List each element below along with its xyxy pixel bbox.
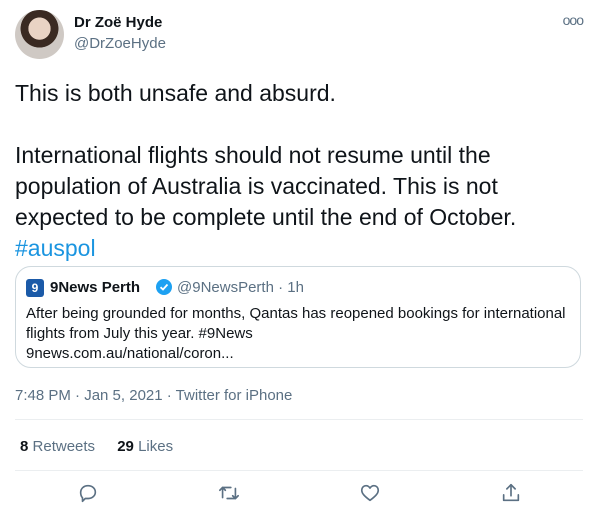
quoted-text: After being grounded for months, Qantas … [26,305,566,362]
verified-badge-icon [156,279,172,295]
quoted-handle-time: @9NewsPerth · 1h [177,279,304,296]
divider [15,419,583,420]
retweet-icon[interactable] [218,482,242,506]
likes-stat[interactable]: 29 Likes [117,438,173,455]
like-icon[interactable] [359,482,383,506]
retweets-label: Retweets [32,438,96,455]
engagement-stats: 8 Retweets 29 Likes [20,438,191,455]
tweet-body: This is both unsafe and absurd. Internat… [15,80,517,230]
more-options-icon[interactable]: ooo [563,12,584,28]
reply-icon[interactable] [77,482,101,506]
quoted-author-name: 9News Perth [50,279,141,296]
likes-count: 29 [117,438,134,455]
divider [15,470,583,471]
retweets-stat[interactable]: 8 Retweets [20,438,95,455]
9news-logo-icon [26,279,44,297]
likes-label: Likes [138,438,174,455]
retweets-count: 8 [20,438,29,455]
share-icon[interactable] [500,482,524,506]
author-avatar[interactable] [15,10,64,59]
quoted-tweet[interactable]: 9News Perth @9NewsPerth · 1h After being… [15,266,581,368]
author-name[interactable]: Dr Zoë Hyde [74,14,162,31]
author-handle[interactable]: @DrZoeHyde [74,35,166,52]
action-bar [0,480,598,510]
hashtag-link[interactable]: #auspol [15,235,96,261]
tweet-text: This is both unsafe and absurd. Internat… [15,78,575,264]
tweet-timestamp[interactable]: 7:48 PM · Jan 5, 2021 · Twitter for iPho… [15,387,292,404]
